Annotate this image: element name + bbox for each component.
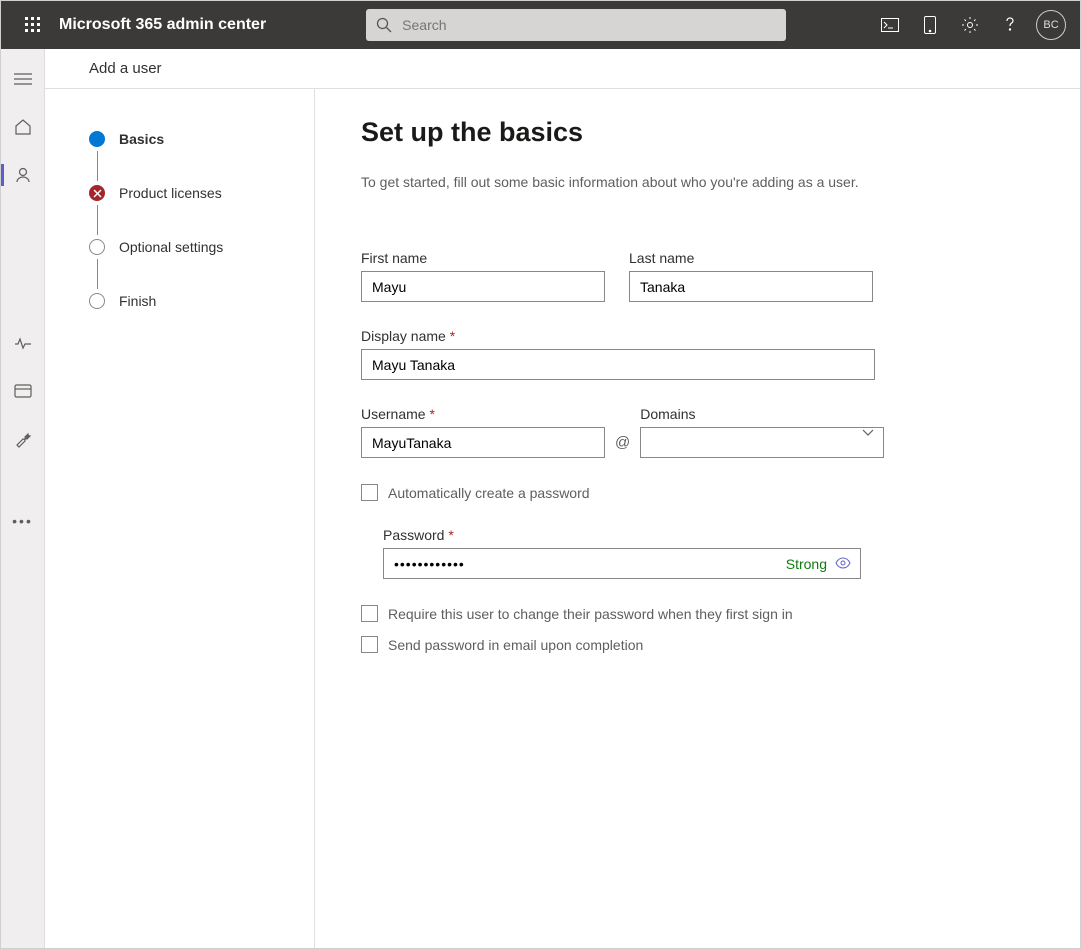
- send-email-label: Send password in email upon completion: [388, 637, 643, 653]
- step-dot-error-icon: [89, 185, 105, 201]
- health-icon[interactable]: [1, 329, 45, 357]
- auto-password-checkbox[interactable]: [361, 484, 378, 501]
- help-icon[interactable]: [990, 1, 1030, 49]
- form-heading: Set up the basics: [361, 117, 1080, 148]
- users-icon[interactable]: [1, 161, 45, 189]
- step-label: Optional settings: [119, 239, 223, 255]
- global-header: Microsoft 365 admin center BC: [1, 1, 1080, 49]
- step-dot-current-icon: [89, 131, 105, 147]
- search-box[interactable]: [366, 9, 786, 41]
- last-name-label: Last name: [629, 250, 873, 266]
- auto-password-label: Automatically create a password: [388, 485, 590, 501]
- page-title: Add a user: [45, 49, 1080, 89]
- step-label: Product licenses: [119, 185, 222, 201]
- require-change-checkbox[interactable]: [361, 605, 378, 622]
- step-label: Basics: [119, 131, 164, 147]
- wizard-step-finish[interactable]: Finish: [89, 289, 314, 313]
- mobile-icon[interactable]: [910, 1, 950, 49]
- search-icon: [376, 17, 392, 33]
- form-panel: Set up the basics To get started, fill o…: [315, 89, 1080, 948]
- more-icon[interactable]: •••: [1, 507, 45, 535]
- password-strength: Strong: [786, 556, 827, 572]
- domains-label: Domains: [640, 406, 884, 422]
- nav-rail: •••: [1, 49, 45, 948]
- password-label: Password: [383, 527, 1080, 543]
- wizard-nav: Basics Product licenses Optional setting…: [45, 89, 315, 948]
- setup-icon[interactable]: [1, 425, 45, 453]
- step-dot-icon: [89, 239, 105, 255]
- app-title: Microsoft 365 admin center: [59, 16, 266, 34]
- domains-select[interactable]: [640, 427, 884, 458]
- username-label: Username: [361, 406, 605, 422]
- first-name-label: First name: [361, 250, 605, 266]
- nav-toggle-icon[interactable]: [1, 65, 45, 93]
- search-input[interactable]: [400, 16, 776, 34]
- show-password-icon[interactable]: [835, 556, 851, 572]
- billing-icon[interactable]: [1, 377, 45, 405]
- shell-cli-icon[interactable]: [870, 1, 910, 49]
- app-launcher-icon[interactable]: [9, 1, 57, 49]
- username-field[interactable]: [361, 427, 605, 458]
- first-name-field[interactable]: [361, 271, 605, 302]
- wizard-step-licenses[interactable]: Product licenses: [89, 181, 314, 205]
- display-name-label: Display name: [361, 328, 1080, 344]
- avatar[interactable]: BC: [1036, 10, 1066, 40]
- gear-icon[interactable]: [950, 1, 990, 49]
- wizard-step-optional[interactable]: Optional settings: [89, 235, 314, 259]
- require-change-label: Require this user to change their passwo…: [388, 606, 793, 622]
- form-intro-text: To get started, fill out some basic info…: [361, 174, 891, 190]
- home-icon[interactable]: [1, 113, 45, 141]
- display-name-field[interactable]: [361, 349, 875, 380]
- step-label: Finish: [119, 293, 156, 309]
- wizard-step-basics[interactable]: Basics: [89, 127, 314, 151]
- at-symbol: @: [615, 426, 630, 458]
- send-email-checkbox[interactable]: [361, 636, 378, 653]
- step-dot-icon: [89, 293, 105, 309]
- last-name-field[interactable]: [629, 271, 873, 302]
